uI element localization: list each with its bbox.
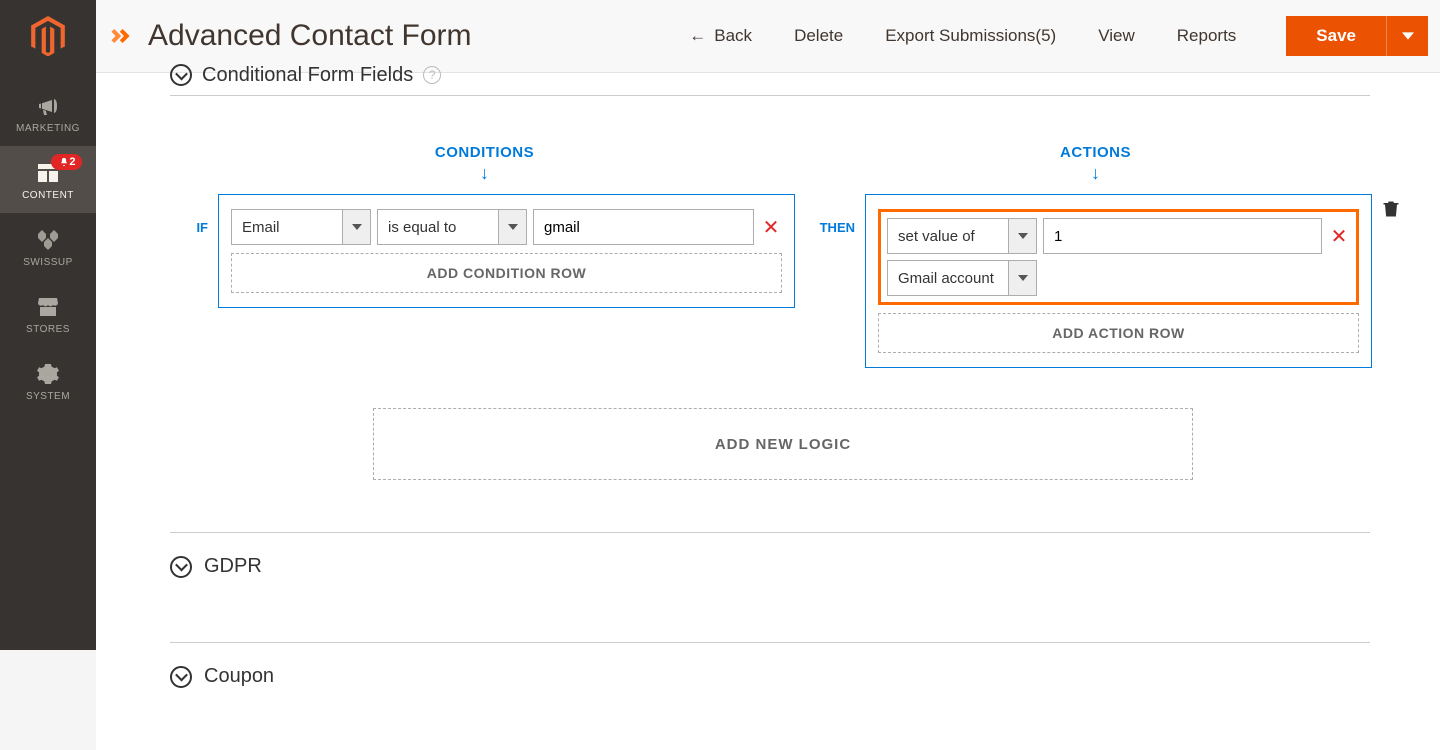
- section-title: Coupon: [204, 665, 274, 688]
- action-target-select[interactable]: Gmail account: [887, 260, 1037, 296]
- conditions-heading: CONDITIONS: [208, 144, 761, 161]
- delete-button[interactable]: Delete: [794, 26, 843, 46]
- back-label: Back: [714, 26, 752, 46]
- gear-icon: [0, 361, 96, 387]
- chevron-down-icon: [1008, 219, 1036, 253]
- trash-icon: [1382, 200, 1400, 218]
- action-value-input[interactable]: [1043, 218, 1322, 254]
- nav-content[interactable]: CONTENT 2: [0, 146, 96, 213]
- actions-panel: set value of ✕ Gmail account: [865, 194, 1372, 368]
- chevron-down-icon: [342, 210, 370, 244]
- actions-heading: ACTIONS: [819, 144, 1372, 161]
- save-dropdown-toggle[interactable]: [1386, 16, 1428, 56]
- export-button[interactable]: Export Submissions(5): [885, 26, 1056, 46]
- chevron-down-icon: [1402, 30, 1414, 42]
- section-coupon[interactable]: Coupon: [170, 642, 1370, 710]
- expand-icon: [170, 556, 192, 578]
- arrow-down-icon: ↓: [208, 163, 761, 184]
- nav-stores[interactable]: STORES: [0, 280, 96, 347]
- nav-label: SWISSUP: [0, 257, 96, 268]
- magento-logo[interactable]: [30, 0, 66, 79]
- then-label: THEN: [805, 194, 855, 235]
- arrow-left-icon: ←: [689, 26, 706, 46]
- nav-label: MARKETING: [0, 123, 96, 134]
- condition-value-input[interactable]: [533, 209, 754, 245]
- save-button[interactable]: Save: [1286, 16, 1386, 56]
- section-conditional-fields[interactable]: Conditional Form Fields ?: [170, 55, 1370, 96]
- chevron-down-icon: [498, 210, 526, 244]
- select-value: is equal to: [378, 219, 498, 236]
- nav-label: SYSTEM: [0, 391, 96, 402]
- remove-condition-button[interactable]: ✕: [760, 215, 782, 240]
- main-content: Advanced Contact Form ← Back Delete Expo…: [96, 0, 1440, 750]
- delete-logic-button[interactable]: [1382, 194, 1400, 223]
- select-value: Gmail account: [888, 270, 1008, 287]
- reports-button[interactable]: Reports: [1177, 26, 1237, 46]
- if-label: IF: [166, 194, 208, 235]
- bell-icon: [59, 157, 69, 167]
- brand-chevrons-icon: [110, 22, 138, 50]
- badge-count: 2: [69, 155, 76, 169]
- nav-label: STORES: [0, 324, 96, 335]
- action-highlight: set value of ✕ Gmail account: [878, 209, 1359, 305]
- section-title: GDPR: [204, 555, 262, 578]
- add-condition-row-button[interactable]: ADD CONDITION ROW: [231, 253, 782, 293]
- arrow-down-icon: ↓: [819, 163, 1372, 184]
- view-button[interactable]: View: [1098, 26, 1135, 46]
- store-icon: [0, 294, 96, 320]
- section-title: Conditional Form Fields: [202, 64, 413, 87]
- select-value: Email: [232, 219, 342, 236]
- help-icon[interactable]: ?: [423, 66, 441, 84]
- nav-system[interactable]: SYSTEM: [0, 347, 96, 414]
- action-type-select[interactable]: set value of: [887, 218, 1037, 254]
- hex-icon: [0, 227, 96, 253]
- condition-operator-select[interactable]: is equal to: [377, 209, 527, 245]
- chevron-down-icon: [1008, 261, 1036, 295]
- nav-label: CONTENT: [0, 190, 96, 201]
- expand-icon: [170, 64, 192, 86]
- add-action-row-button[interactable]: ADD ACTION ROW: [878, 313, 1359, 353]
- notification-badge[interactable]: 2: [51, 154, 82, 170]
- nav-swissup[interactable]: SWISSUP: [0, 213, 96, 280]
- select-value: set value of: [888, 228, 1008, 245]
- page-title: Advanced Contact Form: [148, 19, 471, 53]
- back-button[interactable]: ← Back: [689, 26, 752, 46]
- add-new-logic-button[interactable]: ADD NEW LOGIC: [373, 408, 1193, 480]
- expand-icon: [170, 666, 192, 688]
- remove-action-button[interactable]: ✕: [1328, 224, 1350, 249]
- megaphone-icon: [0, 93, 96, 119]
- nav-marketing[interactable]: MARKETING: [0, 79, 96, 146]
- section-gdpr[interactable]: GDPR: [170, 532, 1370, 600]
- condition-field-select[interactable]: Email: [231, 209, 371, 245]
- conditions-panel: Email is equal to ✕ ADD CONDITION ROW: [218, 194, 795, 308]
- admin-sidebar: MARKETING CONTENT 2 SWISSUP STORES SYSTE…: [0, 0, 96, 650]
